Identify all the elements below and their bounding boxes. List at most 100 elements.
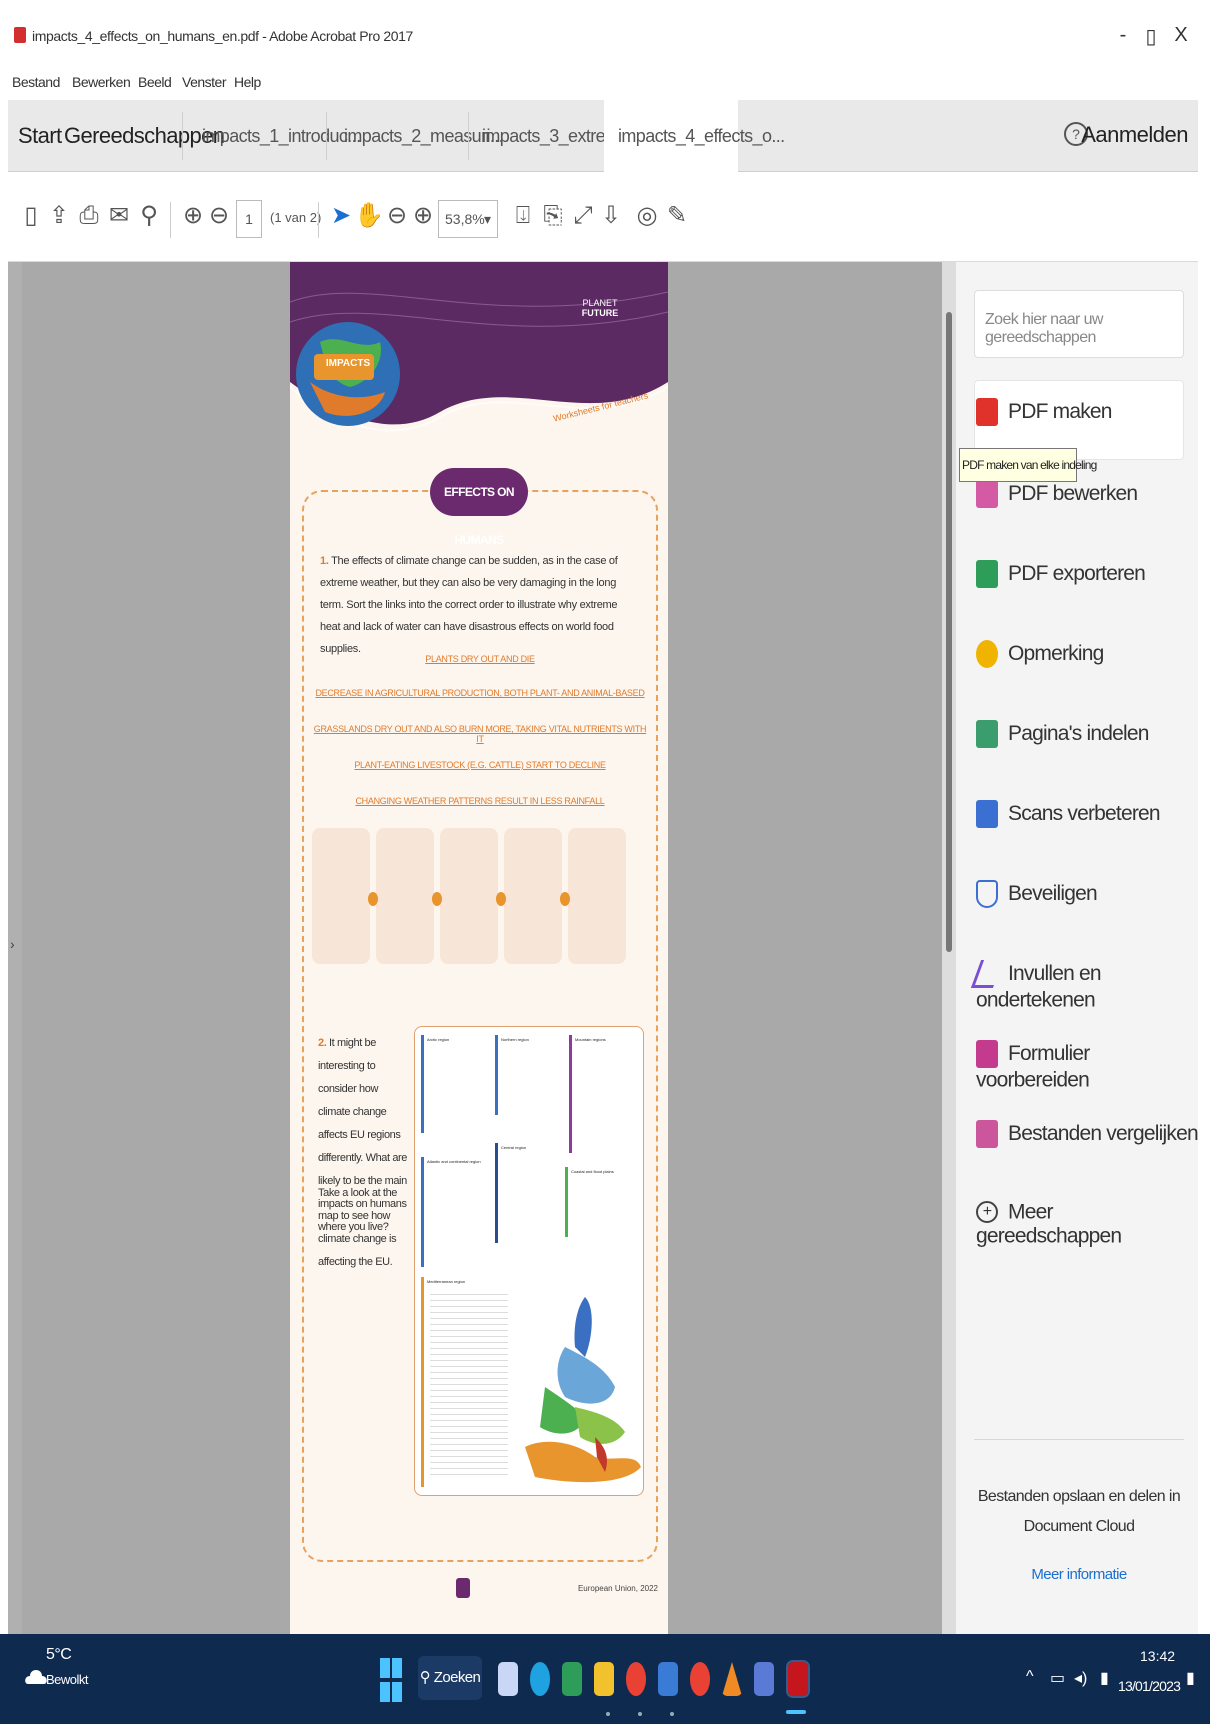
expand-left-panel-icon[interactable]: › [10,936,15,952]
tool-pdf-bewerken[interactable]: PDF bewerken [976,480,1138,520]
zoom-in-icon[interactable]: ⊕ [408,198,438,234]
battery-icon[interactable]: ▮ [1100,1668,1109,1688]
file-explorer-icon[interactable] [594,1662,614,1696]
full-screen-icon[interactable]: ⤢ [568,198,598,234]
comment-bubble-icon[interactable]: ◎ [632,198,662,234]
vlc-player-icon[interactable] [722,1662,742,1696]
minimize-button[interactable]: - [1108,24,1138,47]
more-info-link[interactable]: Meer informatie [970,1566,1188,1583]
tool-meer-gereedschappen[interactable]: + Meer gereedschappen [976,1200,1198,1248]
menu-help[interactable]: Help [234,74,261,90]
tool-beveiligen[interactable]: Beveiligen [976,880,1098,920]
menu-beeld[interactable]: Beeld [138,74,172,90]
word-app-icon[interactable] [658,1662,678,1696]
select-pointer-icon[interactable]: ➤ [326,198,356,234]
planet-future-logo: PLANET FUTURE [580,298,620,318]
weather-description[interactable]: Bewolkt [46,1672,89,1687]
network-icon[interactable]: ▭ [1050,1668,1065,1688]
running-indicator [670,1712,674,1716]
tool-pdf-exporteren[interactable]: PDF exporteren [976,560,1146,600]
protect-shield-icon [976,880,998,908]
region-box-arctic: Arctic region [421,1035,481,1133]
teams-app-icon[interactable] [754,1662,774,1696]
panel-divider [974,1439,1184,1440]
search-icon[interactable]: ⚲ [134,198,164,234]
tab-doc-1[interactable]: impacts_1_introduc... [202,100,361,172]
page-number-badge [456,1578,470,1598]
tool-opmerking[interactable]: Opmerking [976,640,1104,680]
scrollbar-thumb[interactable] [946,312,952,952]
tab-tools[interactable]: Gereedschappen [64,100,225,172]
tab-start[interactable]: Start [18,100,62,172]
restore-button[interactable]: ▯ [1136,24,1166,49]
notifications-icon[interactable]: ▮ [1186,1668,1195,1688]
copyright-note: European Union, 2022 [577,1584,658,1593]
scroll-mode-icon[interactable]: ⇩ [596,198,626,234]
sign-in-button[interactable]: Aanmelden [1081,122,1188,148]
clock-time[interactable]: 13:42 [1140,1648,1175,1664]
taskview-app-icon[interactable] [498,1662,518,1696]
tool-pdf-maken[interactable]: PDF maken [976,398,1112,438]
answer-card [376,828,434,964]
region-box-mediterranean: Mediterranean region [421,1277,511,1487]
arrow-dot-icon [496,892,506,906]
acrobat-taskbar-icon[interactable] [786,1660,810,1698]
tool-label: PDF maken [1008,400,1112,423]
windows-start-icon[interactable] [380,1658,402,1702]
upload-cloud-icon[interactable]: ⇪ [44,198,74,234]
pen-highlight-icon[interactable]: ✎ [662,198,692,234]
excel-app-icon[interactable] [562,1662,582,1696]
opera-browser-icon[interactable] [690,1662,710,1696]
window-title: impacts_4_effects_on_humans_en.pdf - Ado… [32,28,413,44]
edge-browser-icon[interactable] [530,1662,550,1696]
question-1-number: 1. [320,555,329,567]
link-item: GRASSLANDS DRY OUT AND ALSO BURN MORE, T… [313,724,647,744]
menu-venster[interactable]: Venster [182,74,226,90]
toolbar: ▯ ⇪ ⎙ ✉ ⚲ ⊕ ⊖ 1 (1 van 2) ➤ ✋ ⊖ ⊕ 53,8% … [8,172,1198,262]
create-file-icon[interactable]: ▯ [16,198,46,234]
chrome-browser-icon[interactable] [626,1662,646,1696]
tool-label: Beveiligen [1008,882,1098,905]
title-bar: impacts_4_effects_on_humans_en.pdf - Ado… [8,0,1198,66]
rotate-page-icon[interactable]: ⎘ [538,198,568,234]
region-box-central: Central region [495,1143,559,1243]
tab-doc-2[interactable]: impacts_2_measuri... [344,100,504,172]
tool-label: Meer gereedschappen [976,1200,1122,1248]
weather-temperature[interactable]: 5°C [46,1646,72,1664]
question-2-hint: Take a look at the map to see how climat… [318,1187,398,1268]
page-count-label: (1 van 2) [270,210,322,225]
show-hidden-icons-chevron-icon[interactable]: ^ [1026,1668,1034,1686]
enhance-scans-icon [976,800,998,828]
tab-doc-4-active[interactable]: impacts_4_effects_o... × [604,100,785,216]
prepare-form-icon [976,1040,998,1068]
zoom-level-value: 53,8% [445,211,485,227]
taskbar-search-button[interactable]: ⚲ Zoeken [418,1656,482,1700]
print-icon[interactable]: ⎙ [74,198,104,234]
zoom-level-select[interactable]: 53,8% ▾ [438,200,498,238]
tool-invullen-ondertekenen[interactable]: Invullen en ondertekenen [970,960,1198,1011]
tool-label: Bestanden vergelijken [1008,1122,1199,1145]
menu-bestand[interactable]: Bestand [12,74,60,90]
link-item: PLANT-EATING LIVESTOCK (E.G. CATTLE) STA… [354,760,606,770]
pdf-create-icon [976,398,998,426]
tool-formulier-voorbereiden[interactable]: Formulier voorbereiden [976,1040,1198,1091]
email-icon[interactable]: ✉ [104,198,134,234]
fit-page-icon[interactable]: ⍗ [508,198,538,234]
close-window-button[interactable]: X [1166,24,1196,47]
tools-search-input[interactable]: Zoek hier naar uw gereedschappen [974,290,1184,358]
tab-doc-4-label: impacts_4_effects_o... [618,126,785,146]
tool-scans-verbeteren[interactable]: Scans verbeteren [976,800,1161,840]
volume-icon[interactable]: ◂) [1074,1668,1087,1688]
tool-paginas-indelen[interactable]: Pagina's indelen [976,720,1149,760]
answer-card [504,828,562,964]
menu-bewerken[interactable]: Bewerken [72,74,131,90]
question-2-number: 2. [318,1037,327,1049]
eu-climate-map-figure: Arctic region Northern region Mountain r… [414,1026,644,1496]
hand-tool-icon[interactable]: ✋ [354,198,384,234]
toolbar-separator [170,202,171,238]
clock-date[interactable]: 13/01/2023 [1118,1678,1181,1694]
page-number-input[interactable]: 1 [236,200,262,238]
tool-bestanden-vergelijken[interactable]: Bestanden vergelijken [976,1120,1199,1160]
fill-sign-icon [970,960,1004,988]
next-page-icon[interactable]: ⊖ [204,198,234,234]
